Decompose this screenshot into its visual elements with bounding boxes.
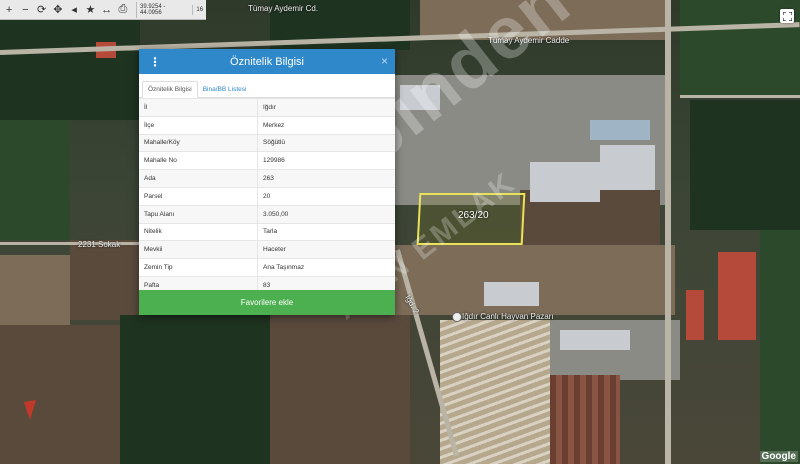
attribute-value: Tarla	[257, 222, 395, 241]
attribute-value: 20	[257, 186, 395, 206]
refresh-icon[interactable]: ⟳	[35, 2, 49, 18]
coordinate-readout: 39.9254 - 44.0956	[136, 1, 186, 18]
attribute-key: Mevkii	[139, 240, 258, 259]
poi-label[interactable]: Iğdır Canlı Hayvan Pazarı	[462, 312, 554, 321]
attribute-key: Ada	[139, 169, 258, 188]
attribute-key: İlçe	[139, 115, 258, 135]
favorite-icon[interactable]: ★	[83, 2, 97, 18]
zoom-level: 16	[192, 4, 206, 15]
street-label: 2231 Sokak	[78, 240, 121, 249]
street-label: Tümay Aydemir Cd.	[248, 4, 319, 13]
attribute-key: Zemin Tip	[139, 258, 258, 277]
attribute-value: 3.050,00	[257, 204, 395, 224]
fullscreen-icon	[782, 11, 792, 21]
modal-tabs: Öznitelik Bilgisi Bina/BB Listesi	[139, 74, 395, 98]
modal-title: Öznitelik Bilgisi	[230, 55, 304, 68]
add-to-favorites-button[interactable]: Favorilere ekle	[139, 290, 395, 315]
locate-icon[interactable]: ✥	[51, 2, 65, 18]
map-toolbar: + − ⟳ ✥ ◂ ★ ↔ ⎙ 39.9254 - 44.0956 16	[0, 0, 206, 20]
location-marker-icon	[22, 398, 38, 422]
table-row: Zemin Tip Ana Taşınmaz	[139, 258, 395, 277]
table-row: Parsel 20	[139, 186, 395, 206]
print-icon[interactable]: ⎙	[116, 2, 130, 18]
attribute-info-modal: ⋮ Öznitelik Bilgisi × Öznitelik Bilgisi …	[139, 49, 395, 315]
attribute-value: Ana Taşınmaz	[257, 258, 395, 277]
attribute-value: 129986	[257, 151, 395, 170]
street-label: Tümay Aydemir Cadde	[488, 36, 570, 45]
table-row: Mevkii Haceter	[139, 240, 395, 259]
table-row: Tapu Alanı 3.050,00	[139, 204, 395, 224]
table-row: Ada 263	[139, 169, 395, 188]
attribute-value: Haceter	[257, 240, 395, 259]
poi-marker-icon[interactable]	[452, 312, 462, 322]
table-row: Mahalle No 129986	[139, 151, 395, 170]
attribute-value: 263	[257, 169, 395, 188]
parcel-label: 263/20	[458, 210, 489, 221]
attribute-value: Merkez	[257, 115, 395, 135]
attribute-value: Söğütlü	[257, 133, 395, 152]
table-row: Nitelik Tarla	[139, 222, 395, 241]
close-icon[interactable]: ×	[381, 54, 388, 68]
attribute-key: Parsel	[139, 186, 258, 206]
tab-building-list[interactable]: Bina/BB Listesi	[198, 82, 252, 97]
previous-icon[interactable]: ◂	[67, 2, 81, 18]
attribute-table: İl Iğdır İlçe Merkez Mahalle/Köy Söğütlü Mahal…	[139, 98, 395, 294]
table-row: Mahalle/Köy Söğütlü	[139, 133, 395, 152]
fullscreen-button[interactable]	[780, 9, 794, 23]
attribute-key: Mahalle/Köy	[139, 133, 258, 152]
attribute-key: Tapu Alanı	[139, 204, 258, 224]
google-logo: Google	[759, 451, 798, 462]
table-row: İl Iğdır	[139, 98, 395, 117]
zoom-in-icon[interactable]: +	[2, 2, 16, 18]
attribute-key: İl	[139, 98, 258, 117]
kebab-menu-icon[interactable]: ⋮	[149, 55, 161, 69]
satellite-map[interactable]: 263/20 Tümay Aydemir Cd. Tümay Aydemir C…	[0, 0, 800, 464]
attribute-key: Mahalle No	[139, 151, 258, 170]
attribute-key: Nitelik	[139, 222, 258, 241]
table-row: İlçe Merkez	[139, 115, 395, 135]
modal-header: ⋮ Öznitelik Bilgisi ×	[139, 49, 395, 74]
tab-attribute-info[interactable]: Öznitelik Bilgisi	[142, 81, 198, 98]
measure-icon[interactable]: ↔	[100, 2, 114, 18]
zoom-out-icon[interactable]: −	[18, 2, 32, 18]
attribute-value: Iğdır	[257, 98, 395, 117]
